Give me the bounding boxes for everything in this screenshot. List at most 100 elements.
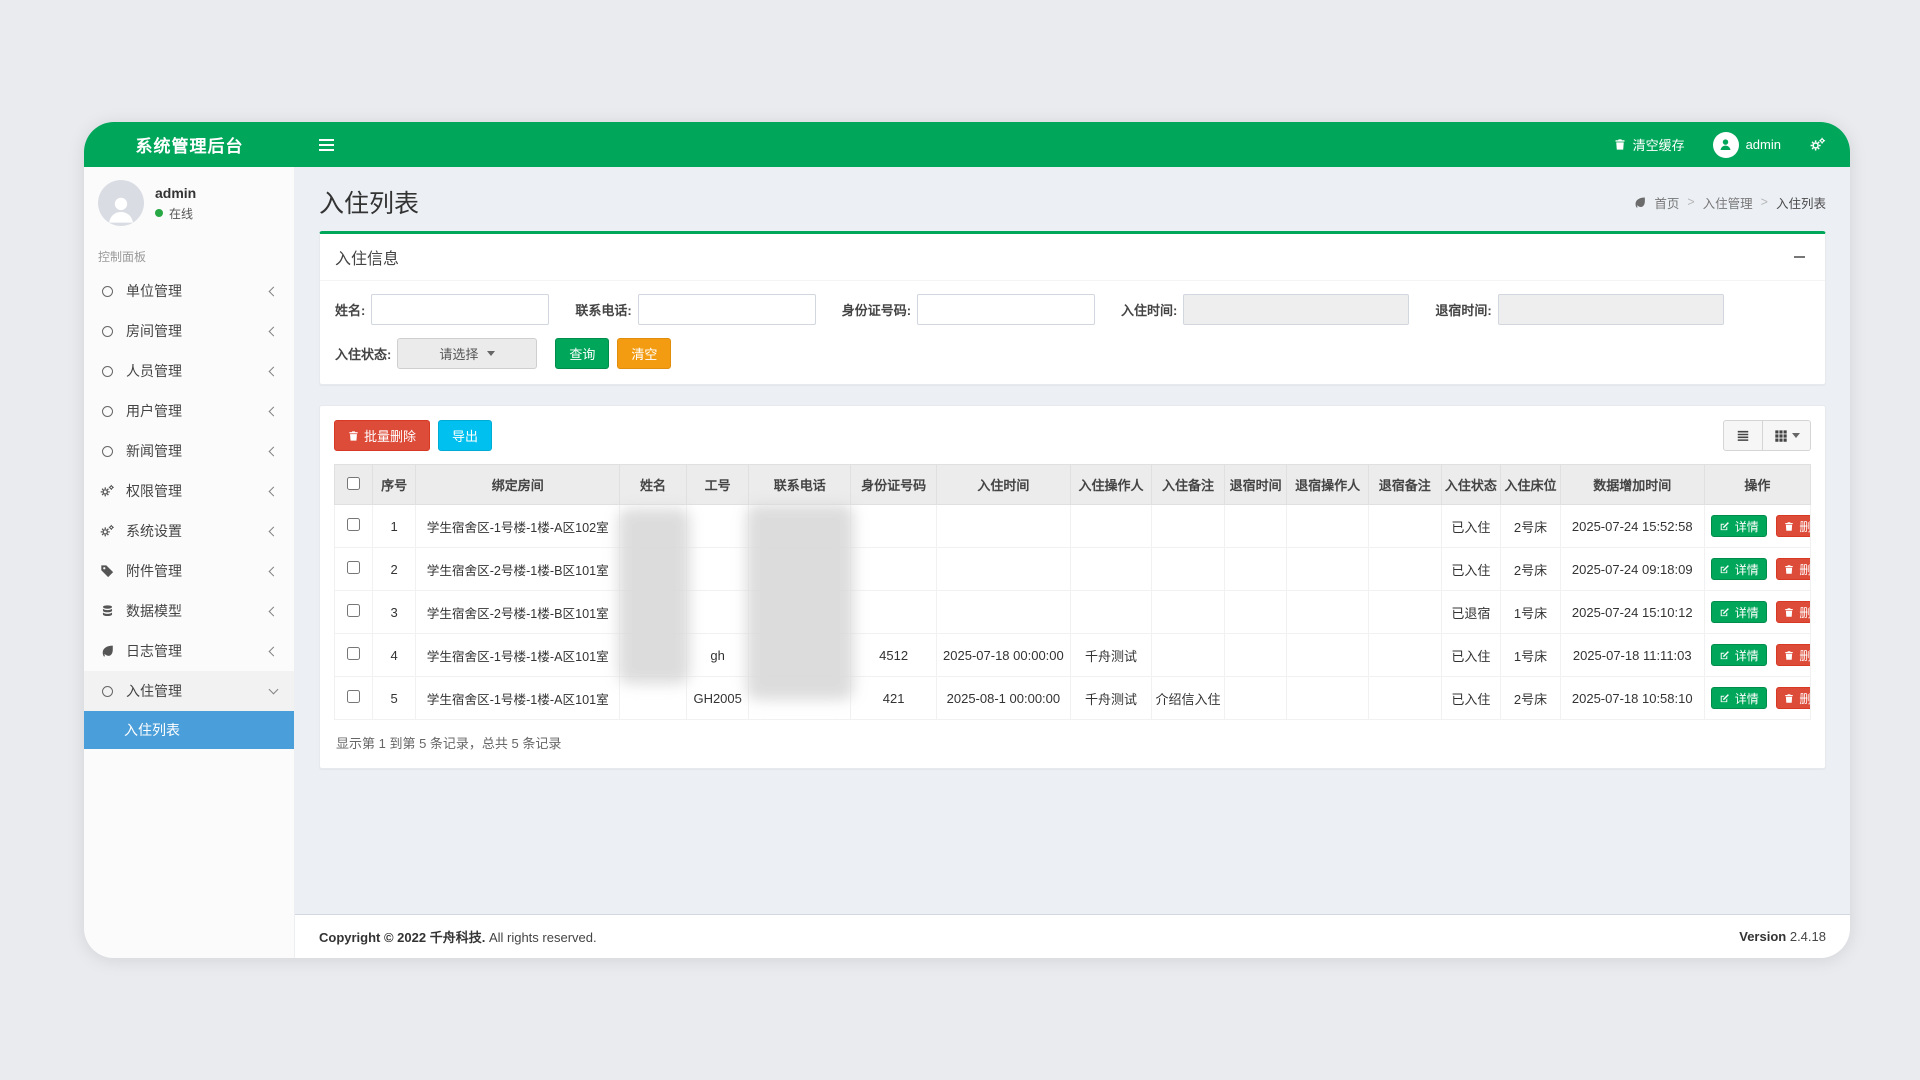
sidebar-item-日志管理[interactable]: 日志管理	[84, 631, 294, 671]
status-select[interactable]: 请选择	[397, 338, 537, 369]
detail-button[interactable]: 详情	[1711, 644, 1767, 666]
cell-checkin-note	[1152, 548, 1225, 591]
idcard-field-label: 身份证号码:	[842, 300, 911, 319]
chevron-icon	[269, 566, 279, 576]
sidebar-item-附件管理[interactable]: 附件管理	[84, 551, 294, 591]
trash-icon	[1784, 650, 1794, 661]
breadcrumb-parent[interactable]: 入住管理	[1703, 193, 1753, 212]
copyright-text: Copyright © 2022 千舟科技. All rights reserv…	[319, 927, 597, 946]
circle-icon	[98, 286, 116, 297]
checkin-table: 序号绑定房间姓名工号联系电话身份证号码入住时间入住操作人入住备注退宿时间退宿操作…	[334, 464, 1811, 720]
settings-button[interactable]	[1809, 137, 1826, 152]
column-header: 入住备注	[1152, 465, 1225, 505]
clear-button[interactable]: 清空	[617, 338, 671, 369]
cogs-icon	[98, 484, 116, 498]
table-row: 5 学生宿舍区-1号楼-1楼-A区101室 GH2005 421 2025-08…	[335, 677, 1811, 720]
database-icon	[98, 604, 116, 618]
sidebar-item-权限管理[interactable]: 权限管理	[84, 471, 294, 511]
cell-checkout-note	[1368, 505, 1441, 548]
delete-button[interactable]: 删除	[1776, 515, 1810, 537]
cell-name	[620, 634, 687, 677]
cell-bed: 2号床	[1501, 548, 1561, 591]
table-panel: 批量删除 导出	[319, 405, 1826, 769]
sidebar-item-系统设置[interactable]: 系统设置	[84, 511, 294, 551]
sidebar-item-用户管理[interactable]: 用户管理	[84, 391, 294, 431]
column-settings-button[interactable]	[1763, 420, 1811, 451]
search-button[interactable]: 查询	[555, 338, 609, 369]
detail-button[interactable]: 详情	[1711, 515, 1767, 537]
chevron-icon	[269, 286, 279, 296]
sidebar-item-房间管理[interactable]: 房间管理	[84, 311, 294, 351]
circle-icon	[98, 446, 116, 457]
row-checkbox[interactable]	[347, 647, 360, 660]
column-header: 联系电话	[749, 465, 851, 505]
delete-button[interactable]: 删除	[1776, 687, 1810, 709]
main-content: 入住列表 首页 > 入住管理 > 入住列表 入住信息 姓名:	[295, 167, 1850, 958]
chevron-icon	[269, 366, 279, 376]
sidebar-subitem-入住列表[interactable]: 入住列表	[84, 711, 294, 749]
checkin-time-input[interactable]	[1183, 294, 1409, 325]
caret-down-icon	[1792, 433, 1800, 438]
name-input[interactable]	[371, 294, 549, 325]
batch-delete-button[interactable]: 批量删除	[334, 420, 430, 451]
cell-seq: 1	[372, 505, 416, 548]
cell-checkin-time	[937, 505, 1071, 548]
page-title: 入住列表	[319, 184, 419, 220]
online-status: 在线	[155, 205, 196, 222]
row-checkbox[interactable]	[347, 604, 360, 617]
cell-room: 学生宿舍区-1号楼-1楼-A区102室	[416, 505, 620, 548]
sidebar-item-人员管理[interactable]: 人员管理	[84, 351, 294, 391]
detail-button[interactable]: 详情	[1711, 601, 1767, 623]
edit-icon	[1719, 650, 1730, 661]
cell-checkout-time	[1224, 548, 1287, 591]
cell-room: 学生宿舍区-2号楼-1楼-B区101室	[416, 548, 620, 591]
cell-seq: 4	[372, 634, 416, 677]
cell-phone	[749, 505, 851, 548]
checkout-time-input[interactable]	[1498, 294, 1724, 325]
delete-button[interactable]: 删除	[1776, 601, 1810, 623]
breadcrumb: 首页 > 入住管理 > 入住列表	[1633, 193, 1826, 212]
row-checkbox[interactable]	[347, 518, 360, 531]
table-body: 1 学生宿舍区-1号楼-1楼-A区102室 已入住 2号床 2025-07-24…	[335, 505, 1811, 720]
chevron-icon	[269, 446, 279, 456]
brand-logo[interactable]: 系统管理后台	[84, 132, 295, 157]
list-icon	[1736, 429, 1750, 443]
sidebar-toggle-icon[interactable]	[313, 133, 340, 157]
phone-input[interactable]	[638, 294, 816, 325]
sidebar-item-数据模型[interactable]: 数据模型	[84, 591, 294, 631]
select-all-checkbox[interactable]	[347, 477, 360, 490]
circle-icon	[98, 366, 116, 377]
cell-created: 2025-07-24 09:18:09	[1560, 548, 1704, 591]
delete-button[interactable]: 删除	[1776, 644, 1810, 666]
column-header: 退宿备注	[1368, 465, 1441, 505]
app-window: 系统管理后台 清空缓存 admin	[84, 122, 1850, 958]
cell-seq: 2	[372, 548, 416, 591]
chevron-icon	[269, 326, 279, 336]
detail-button[interactable]: 详情	[1711, 687, 1767, 709]
detail-button[interactable]: 详情	[1711, 558, 1767, 580]
trash-icon	[1784, 564, 1794, 575]
table-row: 3 学生宿舍区-2号楼-1楼-B区101室 已退宿 1号床 2025-07-24…	[335, 591, 1811, 634]
cell-phone	[749, 634, 851, 677]
checkout-time-field-label: 退宿时间:	[1435, 300, 1491, 319]
user-icon	[1713, 132, 1739, 158]
column-header: 退宿操作人	[1287, 465, 1368, 505]
sidebar-item-单位管理[interactable]: 单位管理	[84, 271, 294, 311]
name-field-label: 姓名:	[335, 300, 365, 319]
clear-cache-button[interactable]: 清空缓存	[1614, 135, 1685, 154]
cell-checkout-operator	[1287, 634, 1368, 677]
user-menu[interactable]: admin	[1713, 132, 1781, 158]
sidebar-item-新闻管理[interactable]: 新闻管理	[84, 431, 294, 471]
cell-checkin-operator	[1070, 591, 1151, 634]
row-checkbox[interactable]	[347, 690, 360, 703]
breadcrumb-home[interactable]: 首页	[1654, 193, 1679, 212]
toggle-pagination-button[interactable]	[1723, 420, 1763, 451]
column-header: 操作	[1704, 465, 1810, 505]
cell-checkin-note: 介绍信入住	[1152, 677, 1225, 720]
sidebar-item-入住管理[interactable]: 入住管理	[84, 671, 294, 711]
delete-button[interactable]: 删除	[1776, 558, 1810, 580]
export-button[interactable]: 导出	[438, 420, 492, 451]
collapse-icon[interactable]	[1788, 248, 1810, 266]
idcard-input[interactable]	[917, 294, 1095, 325]
row-checkbox[interactable]	[347, 561, 360, 574]
